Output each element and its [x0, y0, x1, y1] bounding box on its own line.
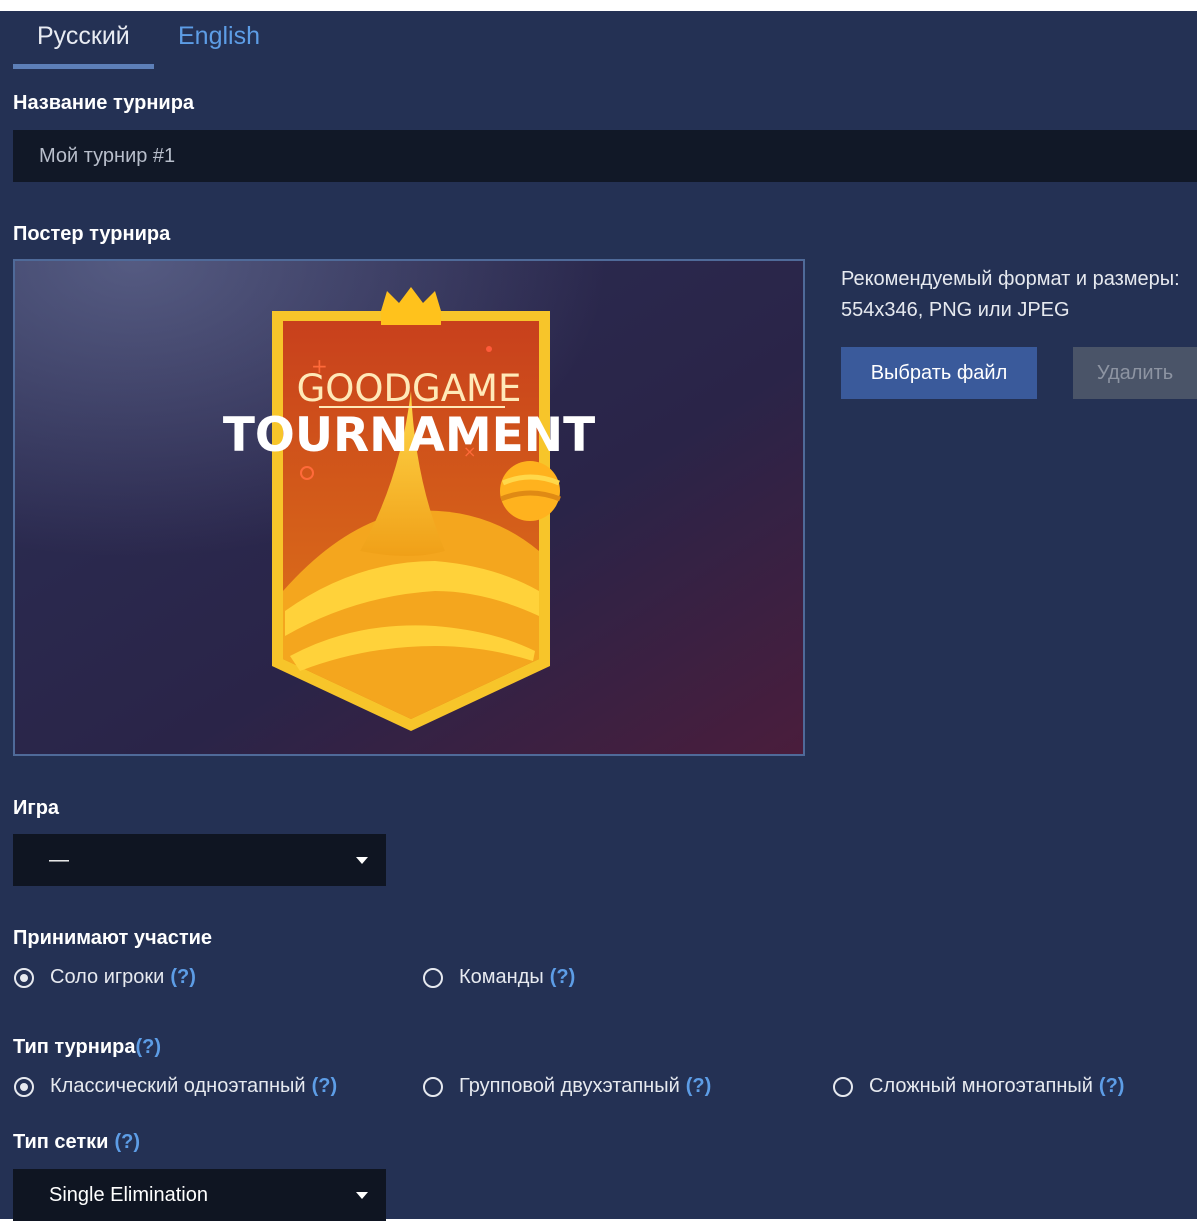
tab-russian[interactable]: Русский [37, 22, 130, 51]
game-select[interactable]: — [13, 834, 386, 886]
radio-label: Соло игроки [50, 966, 165, 988]
tab-english[interactable]: English [178, 22, 260, 51]
help-link[interactable]: (?) [312, 1075, 338, 1098]
tournament-name-label: Название турнира [13, 92, 195, 114]
help-link[interactable]: (?) [1099, 1075, 1125, 1098]
chevron-down-icon [356, 1192, 368, 1199]
radio-teams[interactable]: Команды (?) [423, 966, 575, 989]
tournament-type-label: Тип турнира(?) [13, 1036, 161, 1059]
poster-label: Постер турнира [13, 223, 171, 245]
radio-selected-icon [14, 967, 34, 988]
poster-title-line1: GOODGAME [297, 367, 522, 410]
participants-label: Принимают участие [13, 927, 213, 949]
bracket-type-select-value: Single Elimination [49, 1184, 208, 1206]
help-link[interactable]: (?) [135, 1036, 161, 1058]
poster-format-hint: Рекомендуемый формат и размеры: 554x346,… [841, 268, 1180, 321]
bracket-type-label: Тип сетки (?) [13, 1131, 140, 1154]
game-label: Игра [13, 797, 60, 819]
help-link[interactable]: (?) [550, 966, 576, 989]
help-link[interactable]: (?) [170, 966, 196, 989]
radio-unselected-icon [423, 1076, 443, 1097]
radio-label: Групповой двухэтапный [459, 1075, 680, 1097]
poster-artwork: + × GOODGAME TOURNAMENT [15, 261, 803, 754]
help-link[interactable]: (?) [686, 1075, 712, 1098]
game-select-value: — [49, 849, 69, 871]
radio-complex-multi-stage[interactable]: Сложный многоэтапный (?) [833, 1075, 1124, 1098]
radio-unselected-icon [423, 967, 443, 988]
radio-group-two-stage[interactable]: Групповой двухэтапный (?) [423, 1075, 711, 1098]
help-link[interactable]: (?) [114, 1131, 140, 1153]
bracket-type-select[interactable]: Single Elimination [13, 1169, 386, 1221]
tournament-type-label-text: Тип турнира [13, 1036, 136, 1058]
radio-classic-single-stage[interactable]: Классический одноэтапный (?) [14, 1075, 337, 1098]
radio-label: Классический одноэтапный [50, 1075, 306, 1097]
radio-unselected-icon [833, 1076, 853, 1097]
choose-file-button[interactable]: Выбрать файл [841, 347, 1037, 399]
poster-image: + × GOODGAME TOURNAMENT [13, 259, 805, 756]
radio-label: Сложный многоэтапный [869, 1075, 1093, 1097]
active-tab-indicator [13, 64, 154, 69]
tournament-name-input[interactable]: Мой турнир #1 [13, 130, 1197, 182]
bracket-type-label-text: Тип сетки [13, 1131, 109, 1153]
chevron-down-icon [356, 857, 368, 864]
radio-label: Команды [459, 966, 544, 988]
poster-title-line2: TOURNAMENT [223, 408, 595, 463]
radio-solo-players[interactable]: Соло игроки (?) [14, 966, 196, 989]
radio-selected-icon [14, 1076, 34, 1097]
tournament-form: Русский English Название турнира Мой тур… [0, 11, 1197, 1221]
delete-poster-button[interactable]: Удалить [1073, 347, 1197, 399]
